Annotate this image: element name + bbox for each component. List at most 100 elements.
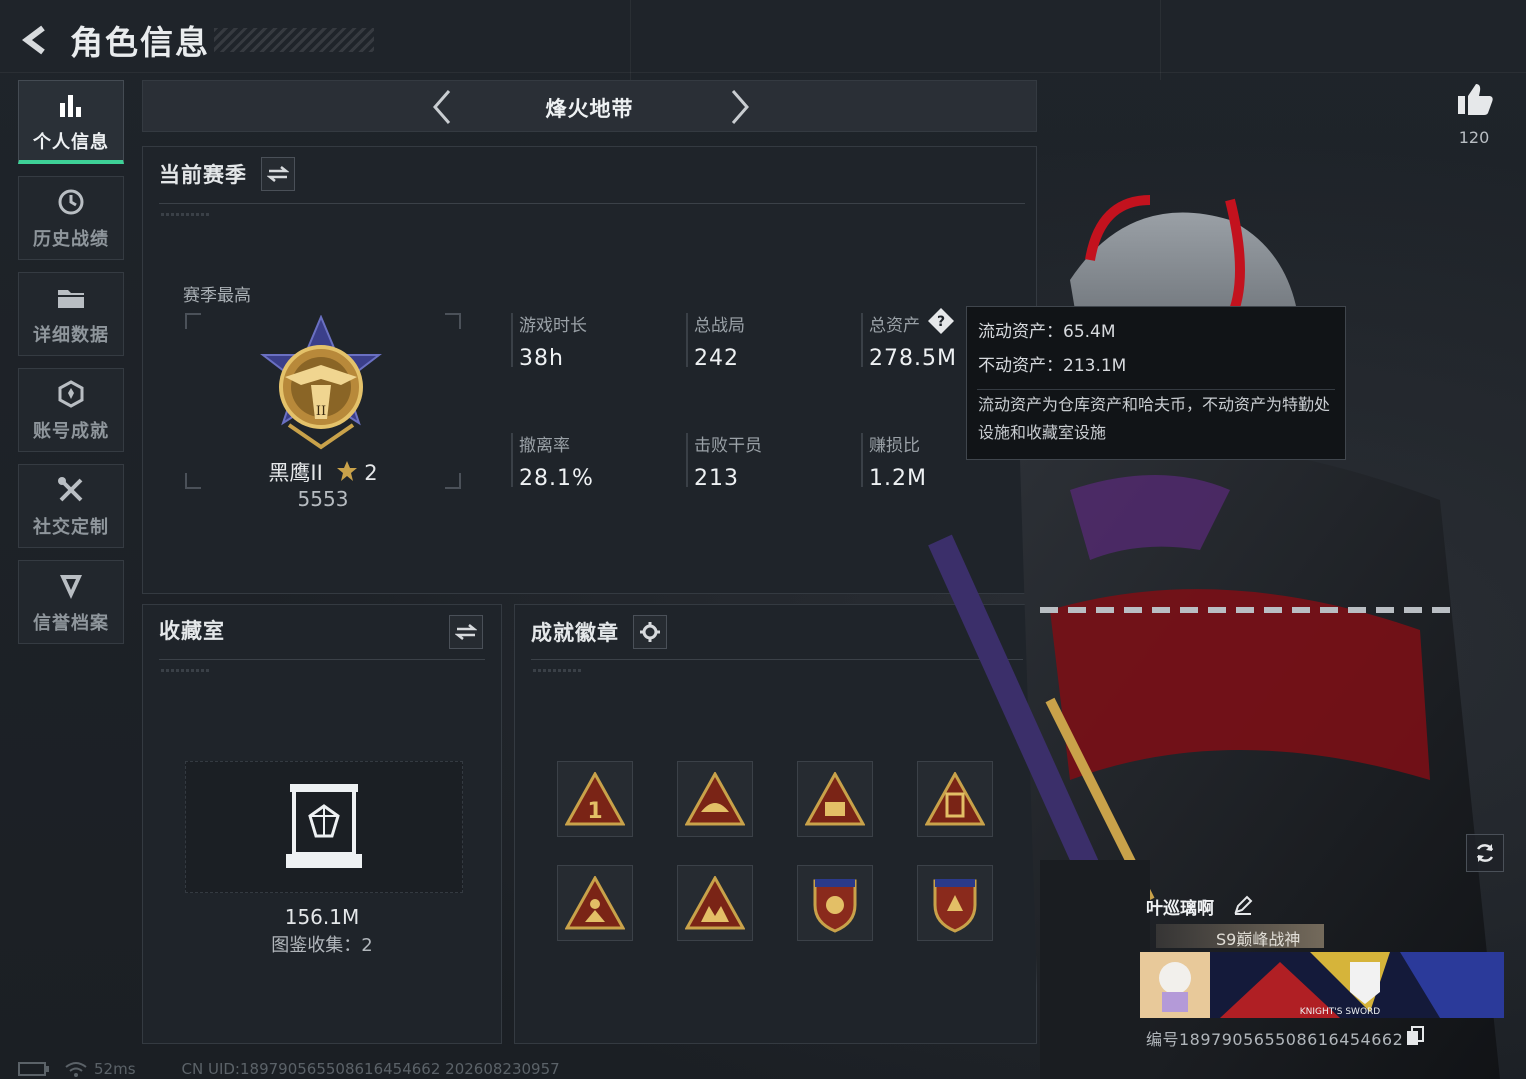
nav-item-label: 信誉档案: [33, 613, 109, 634]
triangle-badge-icon: 1: [565, 772, 625, 826]
star-icon: [336, 461, 357, 481]
copy-uid-button[interactable]: [1406, 1026, 1424, 1046]
badges-panel-header: 成就徽章: [531, 615, 667, 649]
nav-item-label: 账号成就: [33, 421, 109, 442]
stat-extract-rate: 撤离率 28.1%: [511, 431, 661, 491]
stat-operators-defeated: 击败干员 213: [686, 431, 836, 491]
grid-line: [0, 72, 1526, 73]
stat-divider: [686, 433, 688, 487]
gear-icon: [640, 622, 660, 642]
rank-name-row: 黑鹰II 2: [203, 457, 443, 487]
player-title: S9巅峰战神: [1216, 930, 1301, 949]
triangle-badge-icon: [685, 876, 745, 930]
rank-medal-icon: II: [260, 315, 382, 450]
collection-display[interactable]: [185, 761, 463, 893]
bar-chart-icon: [54, 88, 88, 122]
season-switch-button[interactable]: [261, 157, 295, 191]
badge-item[interactable]: [797, 865, 873, 941]
shield-badge-icon: [813, 879, 857, 933]
rank-name: 黑鹰II: [268, 461, 323, 485]
decoration-dots: [161, 213, 209, 216]
like-button[interactable]: [1446, 80, 1502, 120]
stat-divider: [861, 313, 863, 367]
footer-uid-text: CN UID:1897905655086164546​62 2026082309…: [181, 1060, 560, 1078]
stat-play-time: 游戏时长 38h: [511, 311, 661, 371]
player-name: 叶巡璃啊: [1146, 899, 1214, 919]
collection-title: 收藏室: [159, 619, 225, 643]
nav-item-history[interactable]: 历史战绩: [18, 176, 124, 260]
triangle-badge-icon: [685, 772, 745, 826]
decoration-dots: [161, 669, 209, 672]
battery-icon: [18, 1062, 49, 1076]
rank-stars: 2: [364, 461, 378, 485]
badge-item[interactable]: [797, 761, 873, 837]
season-title: 当前赛季: [159, 163, 247, 187]
nav-item-label: 历史战绩: [33, 229, 109, 250]
swap-icon: [455, 624, 477, 640]
page-header: 角色信息: [14, 18, 374, 62]
stat-divider: [511, 433, 513, 487]
nav-item-label: 个人信息: [33, 131, 109, 153]
collection-switch-button[interactable]: [449, 615, 483, 649]
frame-corner: [185, 313, 201, 329]
shield-icon: [54, 569, 88, 603]
badges-settings-button[interactable]: [633, 615, 667, 649]
stat-divider: [511, 313, 513, 367]
triangle-badge-icon: [565, 876, 625, 930]
next-mode-button[interactable]: [719, 87, 759, 127]
tooltip-description: 流动资产为仓库资产和哈夫币，不动资产为特勤处设施和收藏室设施: [978, 395, 1331, 442]
refresh-button[interactable]: [1466, 834, 1504, 872]
status-bar: 52ms CN UID:1897905655086164546​62 20260…: [18, 1060, 560, 1078]
stat-label: 总战局: [694, 316, 745, 336]
tooltip-divider: [977, 389, 1335, 390]
swap-icon: [267, 166, 289, 182]
player-banner[interactable]: KNIGHT'S SWORD: [1140, 952, 1504, 1018]
stat-value: 38h: [519, 346, 564, 371]
nav-item-social-custom[interactable]: 社交定制: [18, 464, 124, 548]
wifi-icon: [65, 1062, 87, 1077]
badge-item[interactable]: [677, 865, 753, 941]
stat-label: 击败干员: [694, 436, 762, 456]
mode-title: 烽火地带: [545, 97, 634, 121]
edit-name-button[interactable]: [1232, 894, 1254, 916]
stat-divider: [861, 433, 863, 487]
frame-corner: [445, 313, 461, 329]
frame-corner: [445, 473, 461, 489]
nav-item-reputation[interactable]: 信誉档案: [18, 560, 124, 644]
stat-value: 242: [694, 346, 739, 371]
triangle-badge-icon: [805, 772, 865, 826]
divider: [159, 659, 485, 660]
rank-score: 5553: [297, 487, 349, 511]
badge-item[interactable]: [677, 761, 753, 837]
collection-panel-header: 收藏室: [159, 615, 225, 645]
nav-item-label: 社交定制: [33, 517, 109, 538]
banner-text: KNIGHT'S SWORD: [1300, 1007, 1381, 1017]
tooltip-liquid-assets: 流动资产：65.4M: [978, 322, 1116, 342]
tooltip-fixed-assets: 不动资产：213.1M: [978, 356, 1127, 376]
badge-item[interactable]: 1: [557, 761, 633, 837]
season-panel-header: 当前赛季: [159, 157, 295, 191]
nav-item-label: 详细数据: [33, 325, 109, 346]
mode-switcher: 烽火地带: [142, 80, 1037, 132]
assets-tooltip: 流动资产：65.4M 不动资产：213.1M 流动资产为仓库资产和哈夫币，不动资…: [966, 306, 1346, 460]
achievement-icon: [54, 377, 88, 411]
collection-panel: 收藏室 156.1M 图鉴收集：2: [142, 604, 502, 1044]
stat-value: 213: [694, 466, 739, 491]
back-button[interactable]: [14, 19, 56, 61]
badge-item[interactable]: [557, 865, 633, 941]
nav-item-detailed-data[interactable]: 详细数据: [18, 272, 124, 356]
ping-text: 52ms: [94, 1060, 136, 1078]
svg-text:II: II: [316, 404, 326, 419]
stat-label: 撤离率: [519, 436, 570, 456]
decoration-dots: [533, 669, 581, 672]
stat-value: 28.1%: [519, 466, 594, 491]
svg-text:1: 1: [587, 799, 602, 824]
folder-icon: [54, 281, 88, 315]
stat-divider: [686, 313, 688, 367]
tools-icon: [54, 473, 88, 507]
nav-item-personal-info[interactable]: 个人信息: [18, 80, 124, 164]
nav-item-achievements[interactable]: 账号成就: [18, 368, 124, 452]
back-arrow-icon: [22, 25, 45, 55]
player-uid: 编号1897905655086164546​62: [1146, 1030, 1404, 1049]
grid-line: [1160, 0, 1161, 80]
